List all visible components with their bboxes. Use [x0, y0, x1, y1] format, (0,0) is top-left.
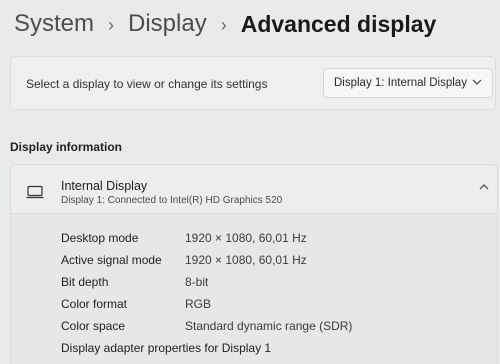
info-value: Standard dynamic range (SDR) — [185, 319, 353, 333]
page-title: Advanced display — [240, 10, 437, 37]
chevron-right-icon: › — [220, 14, 227, 35]
info-label: Desktop mode — [61, 231, 139, 245]
breadcrumb-system[interactable]: System — [14, 10, 94, 38]
breadcrumb-display[interactable]: Display — [128, 10, 207, 38]
section-title: Display information — [10, 140, 123, 154]
display-selector-card: Select a display to view or change its s… — [10, 56, 496, 110]
display-connection: Display 1: Connected to Intel(R) HD Grap… — [61, 195, 283, 206]
info-label: Color format — [61, 297, 128, 311]
chevron-down-icon — [472, 79, 482, 85]
chevron-right-icon: › — [108, 14, 115, 35]
breadcrumb: System › Display › Advanced display — [14, 6, 436, 42]
display-selector-label: Select a display to view or change its s… — [26, 77, 268, 91]
info-value: 1920 × 1080, 60,01 Hz — [185, 253, 307, 267]
display-name: Internal Display — [61, 179, 148, 193]
info-value: RGB — [185, 297, 212, 311]
display-info-header[interactable]: Internal Display Display 1: Connected to… — [11, 165, 497, 214]
info-label: Active signal mode — [61, 253, 162, 267]
info-value: 1920 × 1080, 60,01 Hz — [185, 231, 307, 245]
display-adapter-properties-link[interactable]: Display adapter properties for Display 1 — [61, 341, 271, 355]
info-label: Bit depth — [61, 275, 109, 289]
info-label: Color space — [61, 319, 126, 333]
info-value: 8-bit — [185, 275, 209, 289]
monitor-icon — [26, 185, 44, 199]
display-select-value: Display 1: Internal Display — [334, 77, 467, 89]
display-info-card: Internal Display Display 1: Connected to… — [10, 164, 498, 364]
display-select-dropdown[interactable]: Display 1: Internal Display — [323, 68, 493, 98]
chevron-up-icon[interactable] — [477, 181, 491, 193]
